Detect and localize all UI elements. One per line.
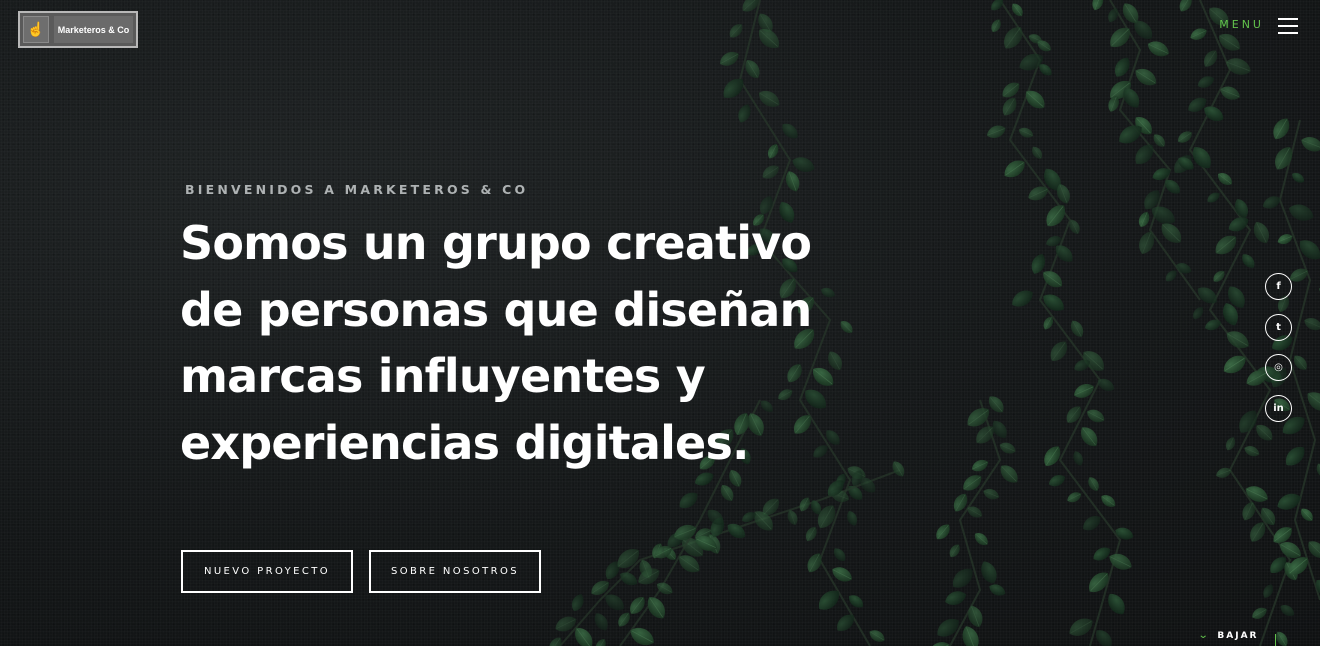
hand-pointer-icon: ☝ <box>23 16 49 43</box>
about-us-button[interactable]: SOBRE NOSOTROS <box>369 550 541 593</box>
chevron-down-icon: ⌄ <box>1197 630 1209 641</box>
social-links: f t ◎ in <box>1265 273 1292 435</box>
headline-line: marcas influyentes y <box>180 349 706 403</box>
facebook-icon[interactable]: f <box>1265 273 1292 300</box>
hamburger-icon[interactable] <box>1278 16 1298 34</box>
twitter-icon[interactable]: t <box>1265 313 1292 341</box>
hero-headline: Somos un grupo creativo de personas que … <box>180 210 830 476</box>
new-project-button[interactable]: NUEVO PROYECTO <box>181 550 353 593</box>
headline-line: Somos un grupo creativo <box>180 216 812 270</box>
headline-line: de personas que diseñan <box>180 282 812 337</box>
logo-text: Marketeros & Co <box>54 16 133 43</box>
menu-toggle[interactable]: MENU <box>1219 16 1298 34</box>
scroll-label[interactable]: BAJAR <box>1217 631 1258 641</box>
menu-label[interactable]: MENU <box>1219 18 1264 31</box>
linkedin-icon[interactable]: in <box>1265 394 1292 422</box>
scroll-down-link[interactable]: ⌄ BAJAR <box>1197 630 1258 641</box>
scroll-divider <box>1275 634 1276 646</box>
headline-line: experiencias digitales. <box>180 415 750 470</box>
hero-eyebrow: BIENVENIDOS A MARKETEROS & CO <box>185 182 529 197</box>
brand-logo[interactable]: ☝ Marketeros & Co <box>18 11 138 48</box>
instagram-icon[interactable]: ◎ <box>1265 354 1292 381</box>
